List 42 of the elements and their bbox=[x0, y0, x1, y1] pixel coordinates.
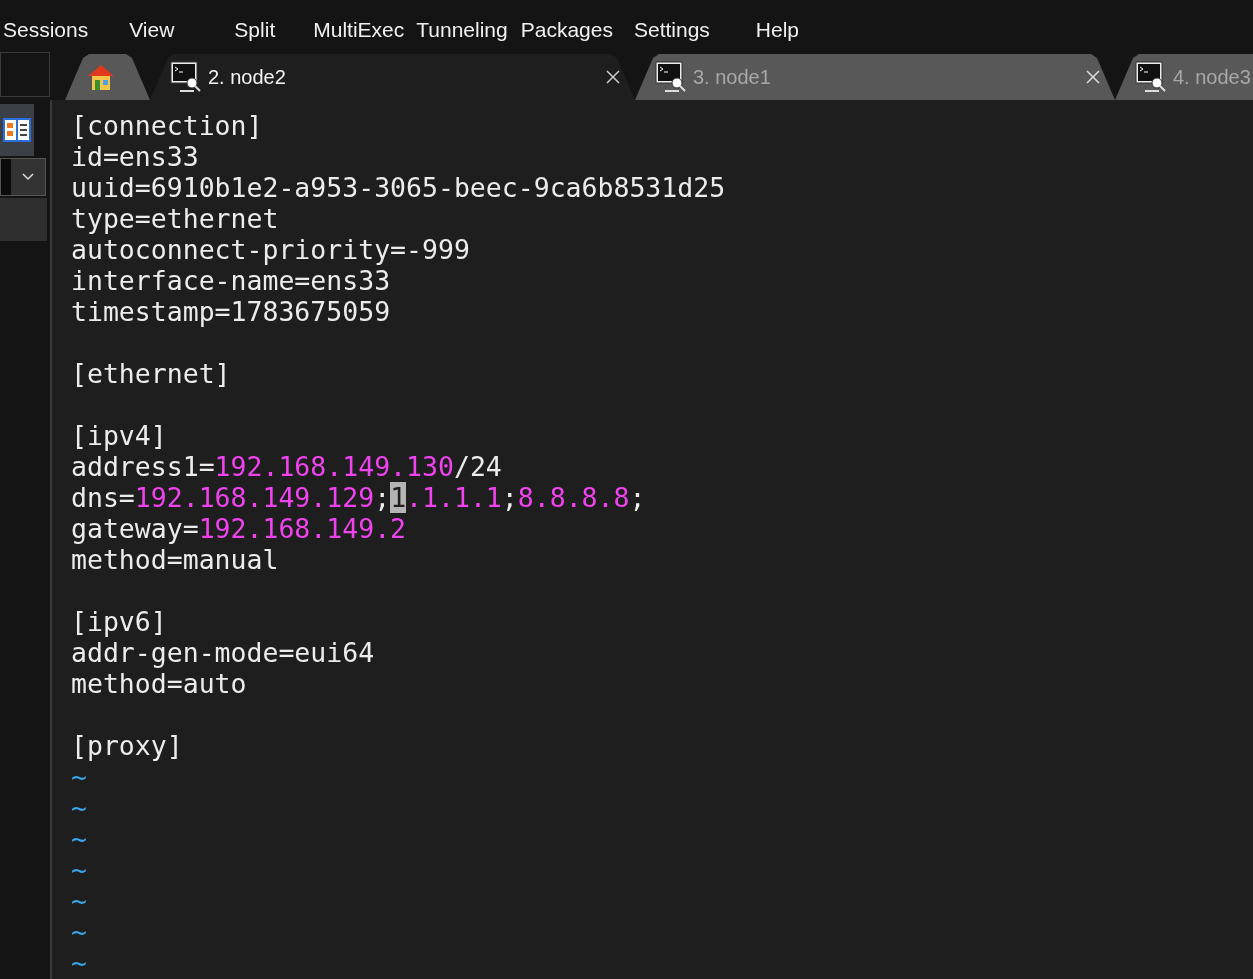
code-line: uuid=6910b1e2-a953-3065-beec-9ca6b8531d25 bbox=[71, 172, 726, 203]
menu-item[interactable]: Settings bbox=[633, 18, 710, 42]
code-line: [connection] bbox=[71, 110, 263, 141]
tilde-marker: ~ bbox=[71, 916, 87, 947]
code-line: [ethernet] bbox=[71, 358, 231, 389]
tilde-marker: ~ bbox=[71, 792, 87, 823]
tilde-marker: ~ bbox=[71, 854, 87, 885]
code-line: method=auto bbox=[71, 668, 247, 699]
panel-box bbox=[0, 52, 50, 97]
code-line: [proxy] bbox=[71, 730, 183, 761]
code-line: gateway=192.168.149.2 bbox=[71, 513, 407, 544]
code-line: interface-name=ens33 bbox=[71, 265, 391, 296]
sidebar-button[interactable] bbox=[0, 104, 34, 156]
menu-item[interactable]: Help bbox=[755, 18, 800, 42]
list-icon bbox=[3, 118, 31, 142]
code-line: autoconnect-priority=-999 bbox=[71, 234, 470, 265]
terminal-icon bbox=[655, 61, 687, 93]
code-line: id=ens33 bbox=[71, 141, 199, 172]
code-line: timestamp=1783675059 bbox=[71, 296, 391, 327]
terminal-icon bbox=[1135, 61, 1167, 93]
menu-item[interactable]: View bbox=[129, 18, 175, 42]
tilde-marker: ~ bbox=[71, 885, 87, 916]
code-line: type=ethernet bbox=[71, 203, 279, 234]
close-icon[interactable] bbox=[605, 69, 621, 85]
menu-item[interactable]: Sessions bbox=[3, 18, 89, 42]
code-line: [ipv4] bbox=[71, 420, 167, 451]
tilde-marker: ~ bbox=[71, 947, 87, 978]
menu-item[interactable]: MultiExec bbox=[313, 18, 405, 42]
session-tab[interactable]: 2. node2 bbox=[150, 54, 635, 100]
code-line: address1=192.168.149.130/24 bbox=[71, 451, 502, 482]
menu-item[interactable]: Tunneling bbox=[416, 18, 508, 42]
code-line: dns=192.168.149.129;1.1.1.1;8.8.8.8; bbox=[71, 482, 646, 513]
code-line: method=manual bbox=[71, 544, 279, 575]
close-icon[interactable] bbox=[1085, 69, 1101, 85]
code-line: [ipv6] bbox=[71, 606, 167, 637]
menu-item[interactable]: Split bbox=[234, 18, 276, 42]
menu-item[interactable]: Packages bbox=[520, 18, 613, 42]
tilde-marker: ~ bbox=[71, 761, 87, 792]
tilde-marker: ~ bbox=[71, 823, 87, 854]
terminal-icon bbox=[170, 61, 202, 93]
chevron-down-icon bbox=[22, 173, 34, 181]
code-line: addr-gen-mode=eui64 bbox=[71, 637, 375, 668]
